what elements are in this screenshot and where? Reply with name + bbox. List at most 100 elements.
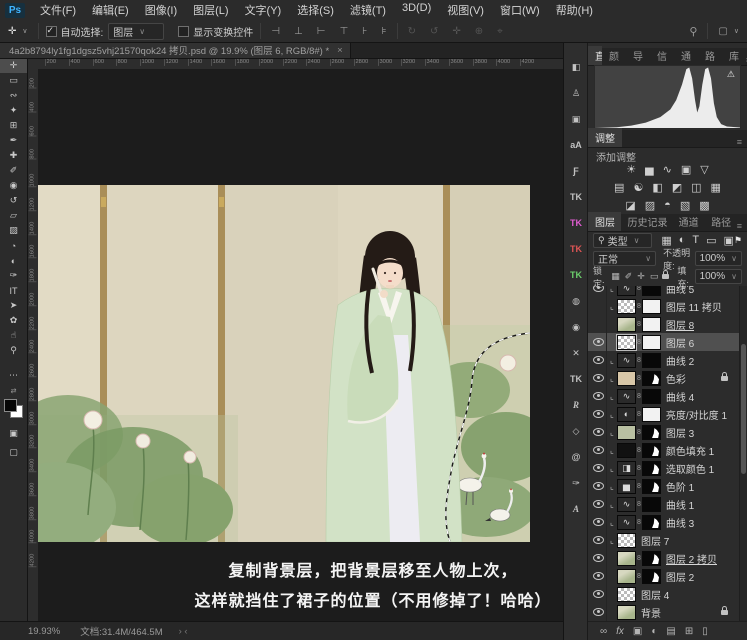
color-balance-icon[interactable]: ☯: [633, 181, 643, 194]
layer-name[interactable]: 曲线 2: [666, 353, 694, 368]
mask-link-icon[interactable]: 8: [637, 447, 641, 454]
layer-thumbnail[interactable]: ◨: [617, 460, 636, 476]
dodge-tool[interactable]: ◐: [0, 253, 27, 268]
layer-visibility-toggle[interactable]: [591, 423, 607, 441]
layer-thumbnail[interactable]: [617, 298, 636, 314]
tab-颜[interactable]: 颜: [602, 46, 626, 65]
levels-icon[interactable]: ▅: [645, 163, 653, 176]
layer-name[interactable]: 图层 4: [641, 587, 669, 602]
mask-link-icon[interactable]: 8: [637, 411, 641, 418]
layer-visibility-toggle[interactable]: [591, 477, 607, 495]
layer-name[interactable]: 图层 6: [666, 335, 694, 350]
eraser-tool[interactable]: ▱: [0, 208, 27, 223]
mask-link-icon[interactable]: 8: [637, 339, 641, 346]
layer-row[interactable]: ⌞ 8 颜色填充 1: [588, 441, 740, 459]
shape-tool[interactable]: ✿: [0, 313, 27, 328]
layer-row[interactable]: 8 图层 2: [588, 567, 740, 585]
layer-thumbnail[interactable]: ∿: [617, 388, 636, 404]
filter-kind-dropdown[interactable]: ⚲ 类型 ∨: [593, 233, 653, 248]
hand-tool[interactable]: ☝: [0, 328, 27, 343]
lock-icon-2[interactable]: ✛: [637, 271, 645, 282]
layer-visibility-toggle[interactable]: [591, 333, 607, 351]
plugin-circle-icon[interactable]: ◍: [564, 288, 588, 314]
menu-item-滤镜[interactable]: 滤镜(T): [342, 2, 394, 18]
layer-row[interactable]: ⌞ ◨ 8 选取颜色 1: [588, 459, 740, 477]
layer-thumbnail[interactable]: [617, 316, 636, 332]
document-tab[interactable]: 4a2b8794ly1fg1dgsz5vhj21570qok24 拷贝.psd …: [0, 42, 351, 58]
fill-value[interactable]: 100% ∨: [694, 269, 742, 284]
mode-3d-icon[interactable]: ✛: [452, 26, 460, 37]
align-icon[interactable]: ⊦: [362, 26, 367, 37]
layer-mask-thumbnail[interactable]: [641, 316, 661, 332]
tk-panel-icon[interactable]: TK: [564, 184, 588, 210]
layer-visibility-toggle[interactable]: [591, 549, 607, 567]
move-tool[interactable]: ✛: [0, 58, 27, 73]
layer-name[interactable]: 图层 8: [666, 317, 694, 332]
info-panel-icon[interactable]: ▣: [564, 106, 588, 132]
layer-row[interactable]: 图层 4: [588, 585, 740, 603]
tab-histogram[interactable]: 直方图: [588, 46, 602, 65]
align-icon[interactable]: ⊧: [381, 26, 386, 37]
mask-link-icon[interactable]: 8: [637, 555, 641, 562]
mode-3d-icon[interactable]: ⌖: [497, 26, 503, 37]
cube-3d-panel-icon[interactable]: ◇: [564, 418, 588, 444]
layer-thumbnail[interactable]: ∿: [617, 496, 636, 512]
color-lookup-icon[interactable]: ▦: [711, 181, 721, 194]
layer-visibility-toggle[interactable]: [591, 405, 607, 423]
layer-row[interactable]: 背景: [588, 603, 740, 621]
menu-item-窗口[interactable]: 窗口(W): [492, 2, 548, 18]
layer-mask-thumbnail[interactable]: [641, 460, 661, 476]
align-icon[interactable]: ⊣: [271, 26, 280, 37]
layer-visibility-toggle[interactable]: [591, 286, 607, 297]
layer-row[interactable]: ⌞ 8 图层 3: [588, 423, 740, 441]
layer-mask-thumbnail[interactable]: [641, 406, 661, 422]
threshold-icon[interactable]: ◓: [664, 199, 671, 212]
menu-item-帮助[interactable]: 帮助(H): [548, 2, 601, 18]
quick-mask-icon[interactable]: ▣: [0, 428, 27, 439]
layer-mask-thumbnail[interactable]: [641, 370, 661, 386]
layer-name[interactable]: 色彩: [666, 371, 686, 386]
filter-type-layers-icon[interactable]: T: [692, 234, 699, 247]
ellipsis-icon[interactable]: ⋯: [0, 370, 27, 381]
zoom-tool[interactable]: ⚲: [0, 343, 27, 358]
foreground-color-swatch[interactable]: [4, 399, 17, 412]
layer-mask-thumbnail[interactable]: [641, 442, 661, 458]
layer-visibility-toggle[interactable]: [591, 531, 607, 549]
layer-row[interactable]: ⌞ 8 色彩: [588, 369, 740, 387]
blur-tool[interactable]: ◔: [0, 238, 27, 253]
layer-name[interactable]: 背景: [641, 605, 661, 620]
menu-item-文件[interactable]: 文件(F): [32, 2, 84, 18]
screen-mode-icon[interactable]: ▢: [0, 447, 27, 458]
layer-name[interactable]: 图层 7: [641, 533, 669, 548]
tab-通[interactable]: 通: [674, 46, 698, 65]
link-layers-button[interactable]: ∞: [600, 626, 607, 637]
zoom-level[interactable]: 19.93%: [28, 626, 60, 637]
swap-colors-icon[interactable]: ⇄: [0, 387, 27, 395]
panel-menu-icon[interactable]: ≡: [737, 137, 747, 147]
layer-thumbnail[interactable]: [617, 370, 636, 386]
mask-link-icon[interactable]: 8: [637, 321, 641, 328]
gradient-tool[interactable]: ▨: [0, 223, 27, 238]
layer-thumbnail[interactable]: [617, 550, 636, 566]
history-brush-tool[interactable]: ↺: [0, 193, 27, 208]
filter-smart-objects-icon[interactable]: ▣: [724, 234, 734, 247]
layer-thumbnail[interactable]: [617, 586, 636, 602]
mask-link-icon[interactable]: 8: [637, 483, 641, 490]
gradient-map-icon[interactable]: ▩: [699, 199, 709, 212]
layer-name[interactable]: 亮度/对比度 1: [666, 407, 727, 422]
channel-mixer-icon[interactable]: ◫: [691, 181, 701, 194]
layer-visibility-toggle[interactable]: [591, 513, 607, 531]
search-icon[interactable]: ⚲: [689, 25, 697, 38]
auto-select-dropdown[interactable]: 图层 ∨: [108, 22, 165, 40]
layer-row[interactable]: 8 图层 2 拷贝: [588, 549, 740, 567]
tab-路[interactable]: 路: [698, 46, 722, 65]
menu-item-编辑[interactable]: 编辑(E): [84, 2, 137, 18]
layer-thumbnail[interactable]: [616, 333, 637, 351]
layer-mask-thumbnail[interactable]: [641, 286, 661, 296]
lock-icon-1[interactable]: ✐: [625, 271, 633, 282]
lasso-tool[interactable]: ∾: [0, 88, 27, 103]
crop-tool[interactable]: ⊞: [0, 118, 27, 133]
layer-name[interactable]: 曲线 5: [666, 286, 694, 296]
status-nav-icons[interactable]: › ‹: [179, 626, 188, 637]
eyedropper-tool[interactable]: ✒: [0, 133, 27, 148]
